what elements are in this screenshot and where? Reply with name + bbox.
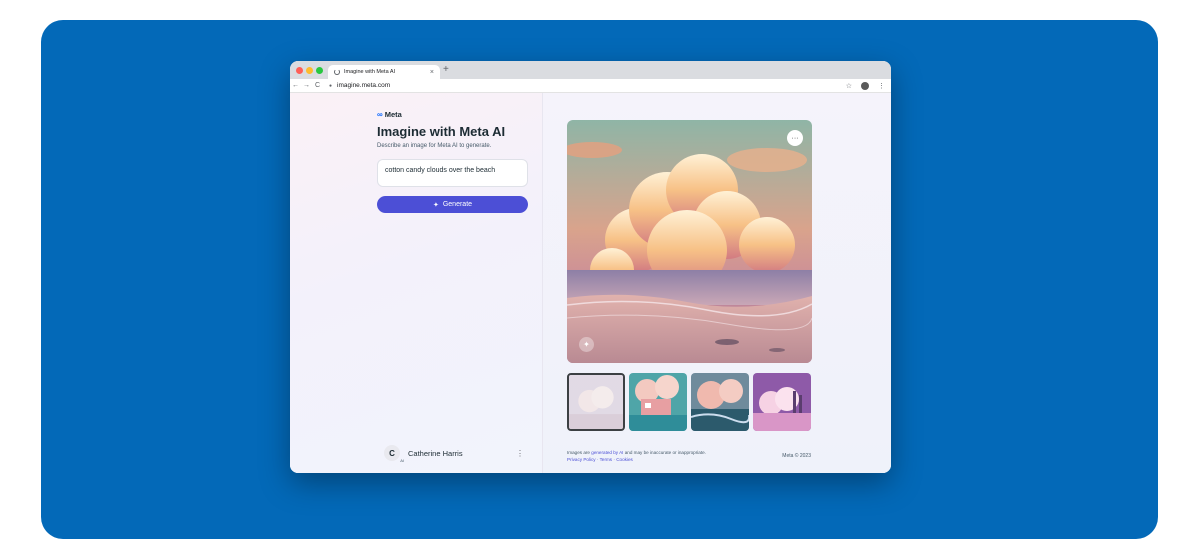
- ai-badge: AI: [400, 458, 404, 463]
- thumbnail-2[interactable]: [629, 373, 687, 431]
- sparkle-icon: ✦: [432, 201, 439, 209]
- generate-button[interactable]: ✦ Generate: [377, 196, 528, 213]
- cookies-link[interactable]: Cookies: [616, 457, 633, 462]
- meta-infinity-icon: ∞: [377, 110, 383, 119]
- loading-icon: [334, 69, 340, 75]
- tab-title: Imagine with Meta AI: [344, 69, 396, 75]
- terms-link[interactable]: Terms: [600, 457, 613, 462]
- thumbnail-4-image: [753, 373, 811, 431]
- browser-window: Imagine with Meta AI × + ← → C ● imagine…: [290, 61, 891, 473]
- disclaimer-pre: Images are: [567, 450, 592, 455]
- prompt-panel: ∞ Meta Imagine with Meta AI Describe an …: [290, 93, 542, 473]
- user-account[interactable]: C AI Catherine Harris ⋮: [384, 443, 524, 463]
- address-bar: ← → C ● imagine.meta.com ☆ ⋮: [290, 79, 891, 93]
- meta-logo[interactable]: ∞ Meta: [377, 110, 402, 119]
- disclaimer: Images are generated by AI and may be in…: [567, 449, 706, 463]
- generate-label: Generate: [442, 201, 473, 208]
- back-arrow-icon[interactable]: ←: [290, 82, 301, 89]
- meta-logo-text: Meta: [384, 110, 402, 119]
- minimize-window-button[interactable]: [306, 67, 313, 74]
- avatar: C AI: [384, 445, 404, 463]
- thumbnail-3-image: [691, 373, 749, 431]
- more-options-icon[interactable]: ⋮: [516, 449, 524, 458]
- lock-icon: ●: [329, 82, 333, 89]
- thumbnail-3[interactable]: [691, 373, 749, 431]
- title-bar: Imagine with Meta AI × +: [290, 61, 891, 79]
- profile-avatar-icon[interactable]: [861, 81, 869, 90]
- privacy-policy-link[interactable]: Privacy Policy: [567, 457, 596, 462]
- bookmark-star-icon[interactable]: ☆: [846, 82, 852, 90]
- tab-close-icon[interactable]: ×: [430, 69, 434, 76]
- thumbnail-strip: [567, 373, 812, 431]
- beach-clouds-illustration: [567, 120, 812, 363]
- generated-by-ai-link[interactable]: generated by AI: [591, 450, 623, 455]
- url-field[interactable]: ● imagine.meta.com: [329, 82, 390, 89]
- prompt-input[interactable]: cotton candy clouds over the beach: [377, 159, 528, 187]
- browser-tab[interactable]: Imagine with Meta AI ×: [328, 65, 440, 79]
- maximize-window-button[interactable]: [316, 67, 323, 74]
- generated-image[interactable]: ··· ✦: [567, 120, 812, 363]
- url-text: imagine.meta.com: [337, 82, 391, 89]
- disclaimer-post: and may be inaccurate or inappropriate.: [623, 450, 706, 455]
- thumbnail-2-image: [629, 373, 687, 431]
- image-options-button[interactable]: ···: [787, 130, 803, 146]
- thumbnail-1[interactable]: [567, 373, 625, 431]
- page-title: Imagine with Meta AI: [377, 124, 506, 139]
- thumbnail-1-image: [569, 375, 623, 429]
- browser-menu-icon[interactable]: ⋮: [878, 82, 885, 90]
- copyright: Meta © 2023: [782, 453, 811, 459]
- result-panel: ··· ✦ Images are generated by AI and may…: [542, 93, 891, 473]
- close-window-button[interactable]: [296, 67, 303, 74]
- forward-arrow-icon[interactable]: →: [301, 82, 312, 89]
- reload-icon[interactable]: C: [312, 82, 323, 89]
- avatar-initial: C: [389, 448, 395, 458]
- thumbnail-4[interactable]: [753, 373, 811, 431]
- page-subtitle: Describe an image for Meta AI to generat…: [377, 143, 492, 149]
- animate-icon[interactable]: ✦: [579, 337, 594, 352]
- user-name: Catherine Harris: [408, 448, 463, 458]
- new-tab-button[interactable]: +: [443, 64, 449, 75]
